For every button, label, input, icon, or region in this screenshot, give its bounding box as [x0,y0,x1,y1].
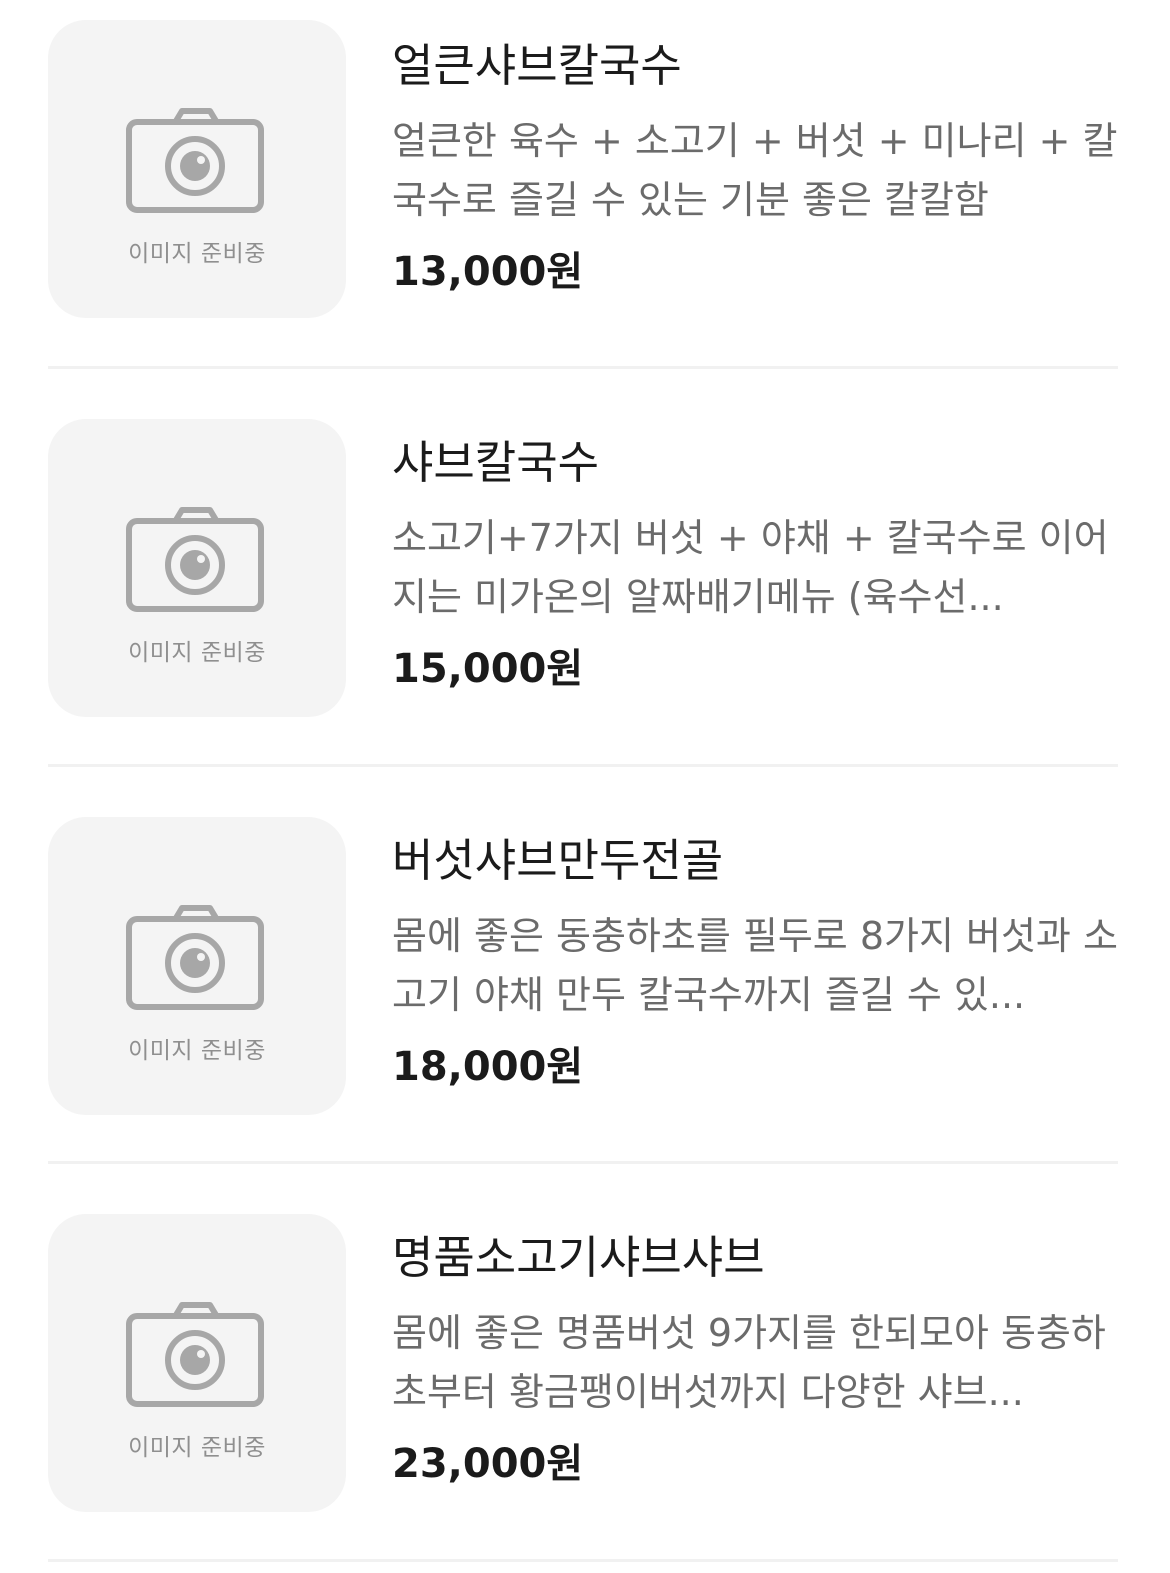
menu-price: 13,000원 [392,249,584,295]
menu-item[interactable]: 이미지 준비중 샤브칼국수 소고기+7가지 버섯 + 야채 + 칼국수로 이어지… [48,369,1118,767]
menu-description: 소고기+7가지 버섯 + 야채 + 칼국수로 이어지는 미가온의 알짜배기메뉴 … [392,516,1109,619]
menu-image-placeholder: 이미지 준비중 [48,1214,346,1512]
image-placeholder-label: 이미지 준비중 [128,640,266,666]
image-placeholder-label: 이미지 준비중 [128,1435,266,1461]
camera-icon [126,1302,264,1407]
camera-icon [126,108,264,213]
menu-description: 몸에 좋은 동충하초를 필두로 8가지 버섯과 소고기 야채 만두 칼국수까지 … [392,913,1118,1017]
menu-price: 23,000원 [392,1441,584,1487]
menu-info: 샤브칼국수 소고기+7가지 버섯 + 야채 + 칼국수로 이어지는 미가온의 알… [392,433,1118,695]
menu-item[interactable]: 이미지 준비중 얼큰샤브칼국수 얼큰한 육수 + 소고기 + 버섯 + 미나리 … [48,0,1118,369]
menu-item[interactable]: 이미지 준비중 명품소고기샤브샤브 몸에 좋은 명품버섯 9가지를 한되모아 동… [48,1164,1118,1562]
menu-info: 명품소고기샤브샤브 몸에 좋은 명품버섯 9가지를 한되모아 동충하초부터 황금… [392,1228,1118,1490]
menu-item[interactable]: 이미지 준비중 버섯샤브만두전골 몸에 좋은 동충하초를 필두로 8가지 버섯과… [48,767,1118,1164]
menu-info: 버섯샤브만두전골 몸에 좋은 동충하초를 필두로 8가지 버섯과 소고기 야채 … [392,831,1118,1093]
menu-image-placeholder: 이미지 준비중 [48,20,346,318]
menu-name: 명품소고기샤브샤브 [392,1231,765,1284]
menu-image-placeholder: 이미지 준비중 [48,419,346,717]
menu-price: 15,000원 [392,646,584,692]
menu-description: 얼큰한 육수 + 소고기 + 버섯 + 미나리 + 칼국수로 즐길 수 있는 기… [392,119,1118,222]
menu-list: 이미지 준비중 얼큰샤브칼국수 얼큰한 육수 + 소고기 + 버섯 + 미나리 … [48,0,1118,1562]
menu-name: 버섯샤브만두전골 [392,833,724,887]
menu-name: 얼큰샤브칼국수 [392,39,682,92]
menu-name: 샤브칼국수 [392,436,600,489]
image-placeholder-label: 이미지 준비중 [128,241,266,267]
menu-image-placeholder: 이미지 준비중 [48,816,346,1115]
camera-icon [126,507,264,612]
menu-description: 몸에 좋은 명품버섯 9가지를 한되모아 동충하초부터 황금팽이버섯까지 다양한… [392,1311,1106,1414]
menu-info: 얼큰샤브칼국수 얼큰한 육수 + 소고기 + 버섯 + 미나리 + 칼국수로 즐… [392,36,1118,298]
camera-icon [126,904,264,1010]
menu-price: 18,000원 [392,1043,584,1090]
image-placeholder-label: 이미지 준비중 [128,1037,266,1064]
